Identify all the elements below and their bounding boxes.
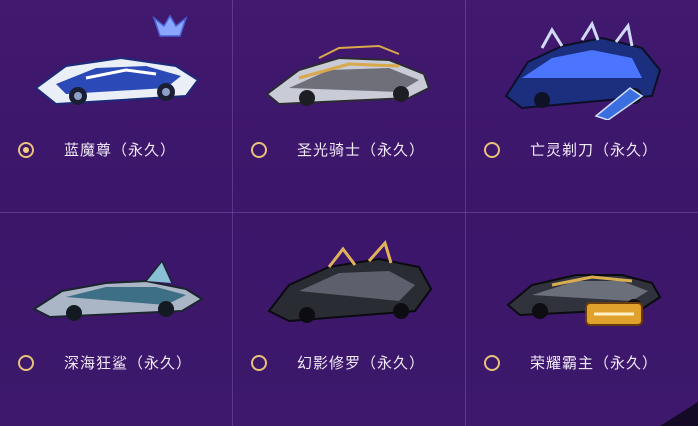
option-label: 蓝魔尊（永久） [64, 141, 177, 159]
blue-crown-icon [152, 14, 188, 37]
holy-knight-car-icon [265, 44, 431, 106]
radio-button[interactable] [18, 141, 34, 158]
option-label: 亡灵剃刀（永久） [530, 141, 659, 159]
option-label: 深海狂鲨（永久） [64, 354, 193, 372]
option-label: 荣耀霸主（永久） [530, 354, 659, 372]
car-option-5[interactable]: 幻影修罗（永久） [233, 213, 465, 425]
xcar-badge-icon [594, 87, 644, 120]
car-option-6[interactable]: 荣耀霸主（永久） [466, 213, 698, 425]
radio-button[interactable] [484, 141, 500, 158]
racing-champion-icon [585, 302, 643, 326]
radio-button[interactable] [484, 354, 500, 371]
car-selection-panel: 蓝魔尊（永久） 圣光骑士（永久） 亡灵剃刀（永久） 深海狂鲨（永久） 幻影修罗（… [0, 0, 698, 426]
option-label: 幻影修罗（永久） [297, 354, 426, 372]
car-option-1[interactable]: 蓝魔尊（永久） [0, 0, 232, 212]
option-select-5[interactable]: 幻影修罗（永久） [251, 352, 425, 373]
option-label: 圣光骑士（永久） [297, 141, 426, 159]
car-option-3[interactable]: 亡灵剃刀（永久） [466, 0, 698, 212]
phantom-asura-car-icon [267, 239, 433, 323]
deep-sea-shark-car-icon [31, 259, 204, 321]
option-select-1[interactable]: 蓝魔尊（永久） [18, 139, 176, 160]
radio-button[interactable] [18, 354, 34, 371]
corner-decoration [660, 402, 698, 426]
radio-button[interactable] [251, 354, 267, 371]
option-select-6[interactable]: 荣耀霸主（永久） [484, 352, 658, 373]
car-option-2[interactable]: 圣光骑士（永久） [233, 0, 465, 212]
undead-razor-car-icon [504, 20, 662, 110]
radio-button[interactable] [251, 141, 267, 158]
car-option-4[interactable]: 深海狂鲨（永久） [0, 213, 232, 425]
option-select-2[interactable]: 圣光骑士（永久） [251, 139, 425, 160]
option-select-4[interactable]: 深海狂鲨（永久） [18, 352, 192, 373]
option-select-3[interactable]: 亡灵剃刀（永久） [484, 139, 658, 160]
glory-overlord-car-icon [506, 274, 662, 319]
